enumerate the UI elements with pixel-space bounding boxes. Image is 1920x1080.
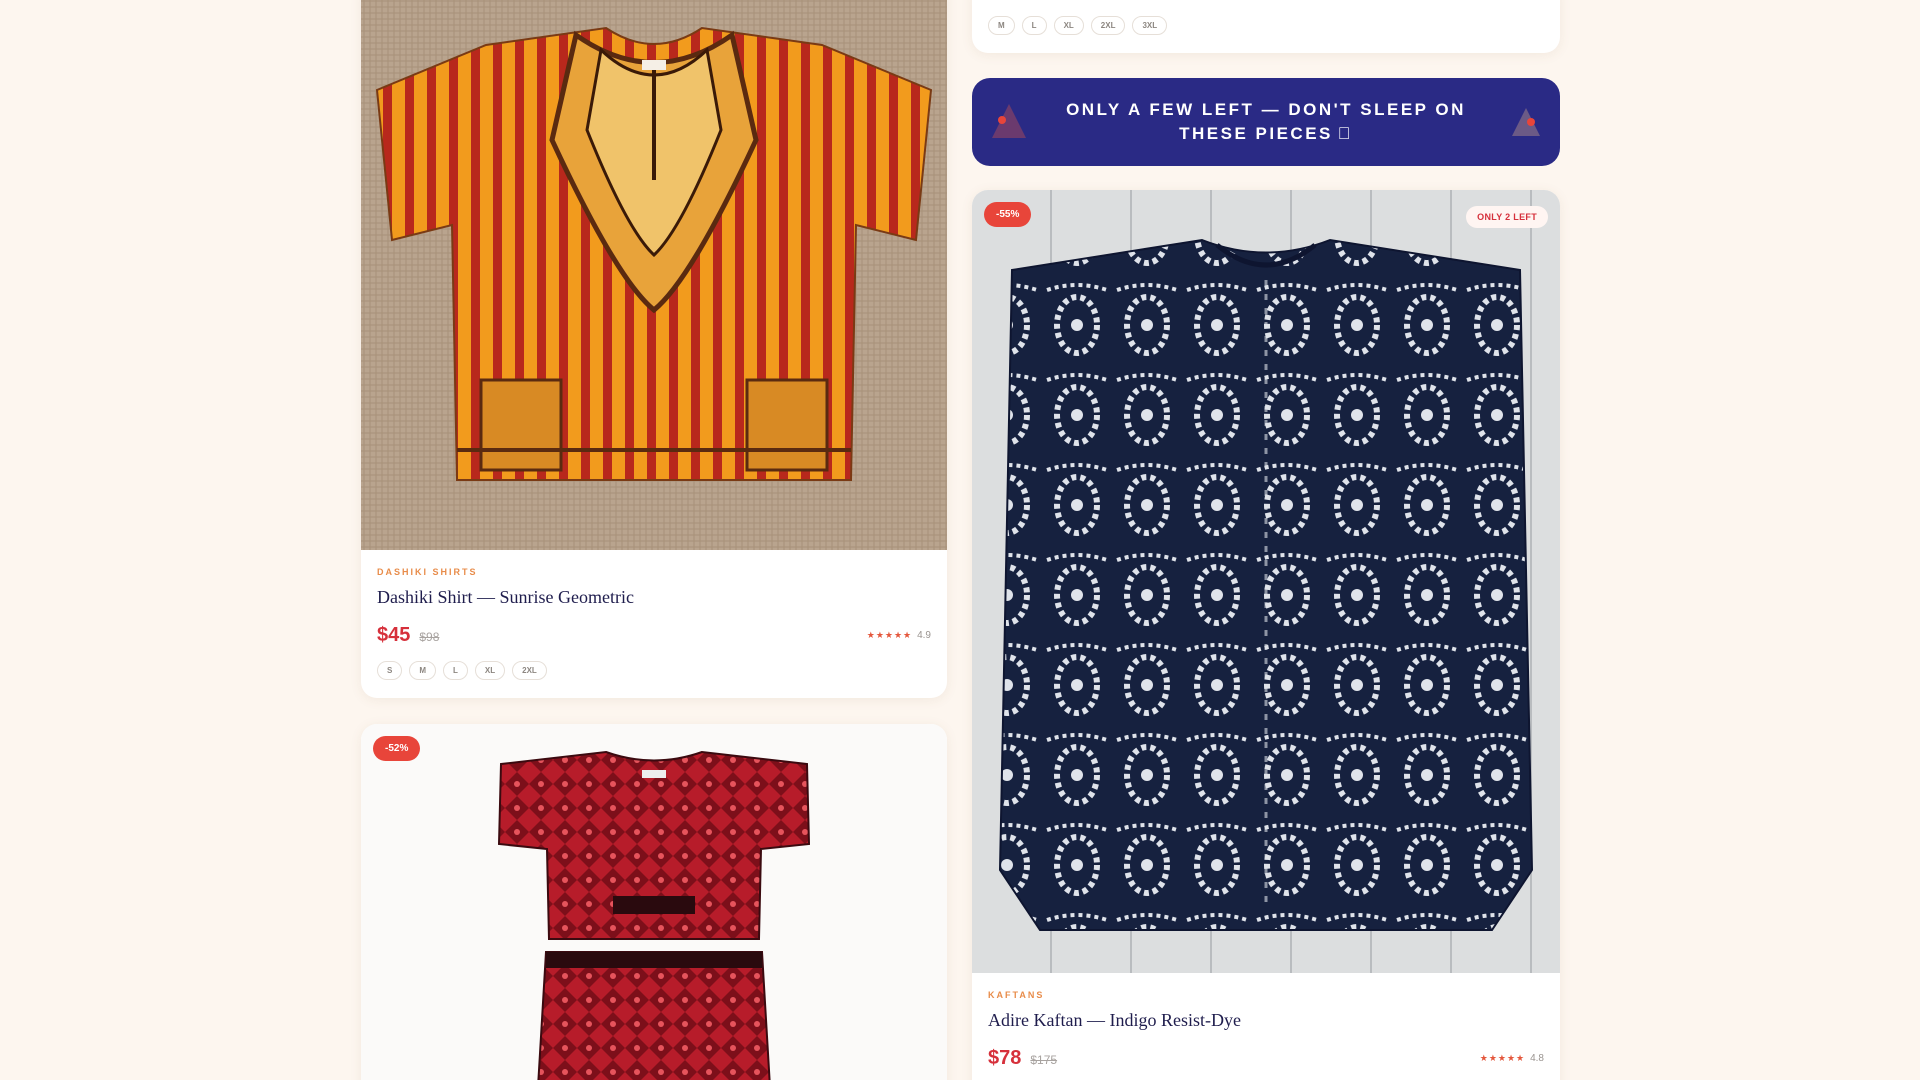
size-option[interactable]: M xyxy=(409,661,437,680)
size-option[interactable]: 3XL xyxy=(1132,16,1168,35)
product-title[interactable]: Adire Kaftan — Indigo Resist-Dye xyxy=(988,1010,1544,1031)
product-rating: ★★★★★ 4.9 xyxy=(867,630,931,641)
triangle-decoration-icon xyxy=(1512,108,1540,136)
product-card-top-partial[interactable]: M L XL 2XL 3XL xyxy=(972,0,1560,53)
product-old-price: $98 xyxy=(419,630,440,644)
product-category: KAFTANS xyxy=(988,990,1045,1000)
product-card-kaftan[interactable]: -55% ONLY 2 LEFT KAFTANS Adire Kaftan — … xyxy=(972,190,1560,1080)
size-option[interactable]: 2XL xyxy=(512,661,547,680)
product-info: DASHIKI SHIRTS Dashiki Shirt — Sunrise G… xyxy=(377,567,931,680)
product-price: $78 xyxy=(988,1047,1022,1069)
product-info: KAFTANS Adire Kaftan — Indigo Resist-Dye… xyxy=(988,990,1544,1070)
size-option[interactable]: M xyxy=(988,16,1015,35)
triangle-decoration-icon xyxy=(992,104,1026,138)
stock-badge: ONLY 2 LEFT xyxy=(1466,206,1548,228)
size-option[interactable]: L xyxy=(443,661,468,680)
product-price: $45 xyxy=(377,624,411,646)
discount-badge: -52% xyxy=(373,736,421,761)
two-piece-set-image[interactable] xyxy=(361,724,947,1080)
size-options: S M L XL 2XL xyxy=(377,661,931,680)
dashiki-shirt-image[interactable] xyxy=(361,0,947,550)
low-stock-banner: ONLY A FEW LEFT — DON'T SLEEP ON THESE P… xyxy=(972,78,1560,166)
product-old-price: $175 xyxy=(1030,1053,1058,1067)
product-card-two-piece[interactable]: -52% xyxy=(361,724,947,1080)
adire-kaftan-image[interactable] xyxy=(972,190,1560,973)
product-title[interactable]: Dashiki Shirt — Sunrise Geometric xyxy=(377,587,931,608)
banner-text: ONLY A FEW LEFT — DON'T SLEEP ON THESE P… xyxy=(1066,100,1466,143)
discount-badge: -55% xyxy=(984,202,1032,227)
size-option[interactable]: 2XL xyxy=(1090,16,1126,35)
star-rating-icon: ★★★★★ xyxy=(866,630,913,640)
product-category: DASHIKI SHIRTS xyxy=(377,567,478,577)
price-row: $78 $175 ★★★★★ 4.8 xyxy=(988,1047,1544,1070)
size-option[interactable]: S xyxy=(377,661,403,680)
price-row: $45 $98 ★★★★★ 4.9 xyxy=(377,624,931,647)
star-rating-icon: ★★★★★ xyxy=(1479,1053,1526,1063)
rating-value: 4.8 xyxy=(1530,1053,1544,1064)
size-option[interactable]: XL xyxy=(1053,16,1084,35)
product-card-dashiki[interactable]: DASHIKI SHIRTS Dashiki Shirt — Sunrise G… xyxy=(361,0,947,698)
size-options: M L XL 2XL 3XL xyxy=(988,16,1168,35)
rating-value: 4.9 xyxy=(917,630,931,641)
product-rating: ★★★★★ 4.8 xyxy=(1480,1053,1544,1064)
size-option[interactable]: L xyxy=(1021,16,1047,35)
size-option[interactable]: XL xyxy=(474,661,506,680)
